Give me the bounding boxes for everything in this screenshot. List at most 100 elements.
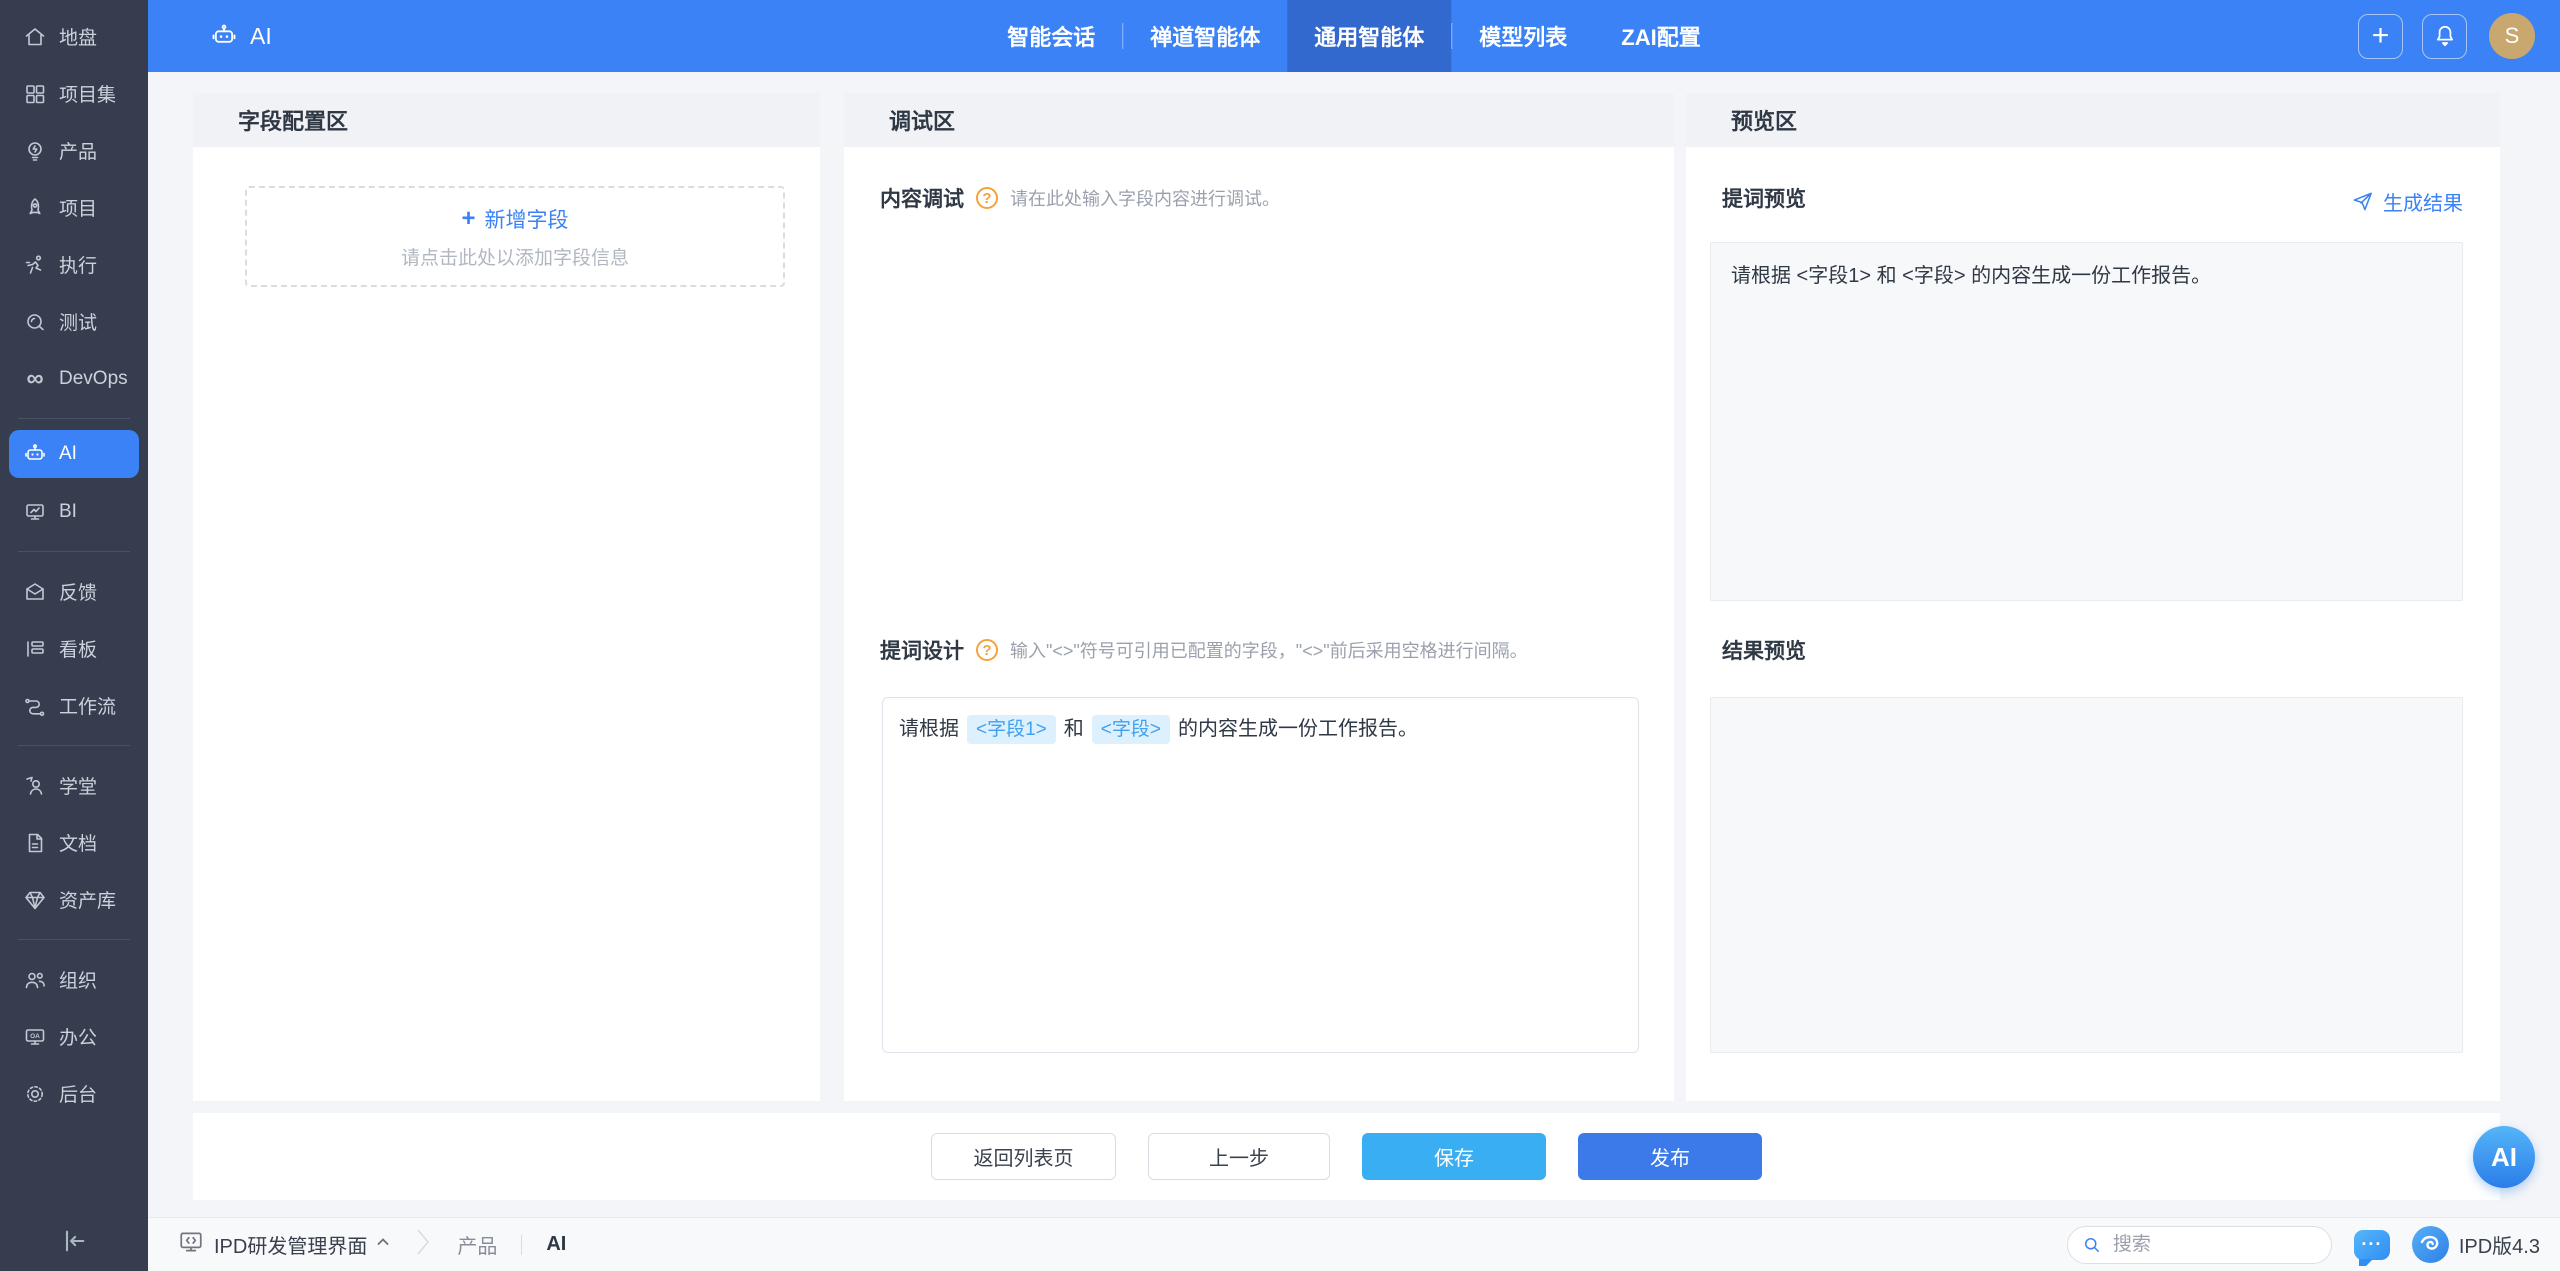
sidebar-item-dashboard[interactable]: 地盘 [0,8,148,65]
add-field-hint: 请点击此处以添加字段信息 [401,243,629,270]
sidebar-item-doc[interactable]: 文档 [0,814,148,871]
sidebar-item-label: 反馈 [59,578,97,605]
previous-step-button[interactable]: 上一步 [1148,1133,1330,1180]
sidebar-item-office[interactable]: OA 办公 [0,1008,148,1065]
sidebar-item-kanban[interactable]: 看板 [0,620,148,677]
sidebar-item-program[interactable]: 项目集 [0,65,148,122]
result-preview-label: 结果预览 [1722,635,1806,665]
document-icon [22,830,48,856]
action-bar: 返回列表页 上一步 保存 发布 [193,1113,2500,1200]
sidebar-item-label: 工作流 [59,692,116,719]
search-input[interactable] [2111,1233,2291,1257]
notifications-button[interactable] [2422,14,2467,59]
tab-model-list[interactable]: 模型列表 [1452,0,1594,72]
tab-general-agent[interactable]: 通用智能体 [1287,0,1451,72]
sidebar-item-label: 文档 [59,829,97,856]
result-preview-row: 结果预览 [1722,635,1806,665]
sidebar-collapse-button[interactable] [0,1227,148,1255]
ai-assistant-float-button[interactable]: AI [2473,1126,2535,1188]
tab-label: 模型列表 [1479,20,1567,52]
tab-label: 智能会话 [1007,20,1095,52]
search-box[interactable] [2067,1226,2332,1264]
breadcrumb-current[interactable]: AI [546,1233,566,1256]
infinity-icon: ∞ [22,366,48,392]
app-switcher[interactable]: IPD研发管理界面 [214,1230,391,1259]
svg-text:OA: OA [30,1033,40,1040]
sidebar-item-label: BI [59,501,77,523]
prompt-editor[interactable]: 请根据<字段1>和<字段>的内容生成一份工作报告。 [882,697,1639,1053]
publish-button[interactable]: 发布 [1578,1133,1762,1180]
sidebar-item-school[interactable]: 学堂 [0,757,148,814]
field-config-panel: 字段配置区 + 新增字段 请点击此处以添加字段信息 [193,93,820,1101]
gem-icon [22,887,48,913]
tab-smart-chat[interactable]: 智能会话 [980,0,1122,72]
sidebar-item-label: 产品 [59,137,97,164]
tab-zai-config[interactable]: ZAI配置 [1594,0,1727,72]
sidebar-divider [18,418,130,419]
breadcrumb: IPD研发管理界面 产品 AI [178,1227,566,1263]
add-field-button[interactable]: + 新增字段 [461,204,568,234]
sidebar-item-label: 办公 [59,1023,97,1050]
app-monitor-icon [178,1229,204,1261]
sidebar-item-label: 项目集 [59,80,116,107]
version-label: IPD版4.3 [2459,1230,2540,1259]
add-field-label: 新增字段 [485,204,569,234]
tab-label: ZAI配置 [1621,20,1700,52]
preview-panel: 预览区 提词预览 生成结果 请根据 <字段1> 和 <字段> 的内容生成一份工作… [1686,93,2500,1101]
sidebar-item-testing[interactable]: 测试 [0,293,148,350]
sidebar-item-ai[interactable]: AI [9,430,139,478]
sidebar-item-admin[interactable]: 后台 [0,1065,148,1122]
sidebar-item-org[interactable]: 组织 [0,951,148,1008]
sidebar-item-execution[interactable]: 执行 [0,236,148,293]
sidebar-item-product[interactable]: 产品 [0,122,148,179]
sidebar-item-devops[interactable]: ∞ DevOps [0,350,148,407]
sidebar: 地盘 项目集 产品 项目 执行 [0,0,148,1271]
field-chip-1[interactable]: <字段1> [967,715,1056,744]
sidebar-item-workflow[interactable]: 工作流 [0,677,148,734]
content-debug-label: 内容调试 [880,183,964,213]
content-debug-hint: 请在此处输入字段内容进行调试。 [1010,185,1280,211]
oa-monitor-icon: OA [22,1024,48,1050]
back-to-list-button[interactable]: 返回列表页 [931,1133,1116,1180]
magnifier-icon [22,309,48,335]
debug-panel: 调试区 内容调试 ? 请在此处输入字段内容进行调试。 提词设计 ? 输入"<>"… [844,93,1674,1101]
zentao-logo-icon [2412,1226,2449,1263]
generate-result-button[interactable]: 生成结果 [2351,187,2463,216]
robot-icon [210,22,238,50]
people-icon [22,967,48,993]
tab-zentao-agent[interactable]: 禅道智能体 [1123,0,1287,72]
header-actions: + S [2339,13,2560,59]
generate-result-label: 生成结果 [2383,187,2463,216]
sidebar-item-project[interactable]: 项目 [0,179,148,236]
content-debug-row: 内容调试 ? 请在此处输入字段内容进行调试。 [880,183,1280,213]
field-config-panel-header: 字段配置区 [193,93,820,147]
sidebar-item-bi[interactable]: BI [0,483,148,540]
chevron-up-icon [375,1233,391,1256]
debug-panel-body: 内容调试 ? 请在此处输入字段内容进行调试。 提词设计 ? 输入"<>"符号可引… [844,147,1674,1101]
sidebar-nav: 地盘 项目集 产品 项目 执行 [0,0,148,1122]
ai-float-label: AI [2491,1142,2517,1173]
sidebar-item-feedback[interactable]: 反馈 [0,563,148,620]
save-button[interactable]: 保存 [1362,1133,1546,1180]
sidebar-divider [18,745,130,746]
add-field-dropzone[interactable]: + 新增字段 请点击此处以添加字段信息 [245,186,785,287]
prompt-design-hint: 输入"<>"符号可引用已配置的字段，"<>"前后采用空格进行间隔。 [1010,637,1528,663]
sidebar-item-label: 地盘 [59,23,97,50]
breadcrumb-section[interactable]: 产品 [457,1230,497,1259]
chart-board-icon [22,499,48,525]
add-button[interactable]: + [2358,14,2403,59]
chat-feedback-icon[interactable]: ··· [2354,1230,2390,1260]
user-avatar[interactable]: S [2489,13,2535,59]
robot-icon [22,441,48,467]
sidebar-item-assets[interactable]: 资产库 [0,871,148,928]
publish-label: 发布 [1650,1142,1690,1171]
tab-label: 禅道智能体 [1150,20,1260,52]
prompt-preview-box: 请根据 <字段1> 和 <字段> 的内容生成一份工作报告。 [1710,242,2463,601]
sidebar-item-label: AI [59,443,77,465]
prompt-preview-text: 请根据 <字段1> 和 <字段> 的内容生成一份工作报告。 [1731,265,2211,287]
panel-title: 调试区 [889,104,955,136]
field-chip-2[interactable]: <字段> [1092,715,1170,744]
rocket-icon [22,195,48,221]
prompt-preview-label: 提词预览 [1722,183,1806,213]
avatar-letter: S [2505,23,2520,49]
